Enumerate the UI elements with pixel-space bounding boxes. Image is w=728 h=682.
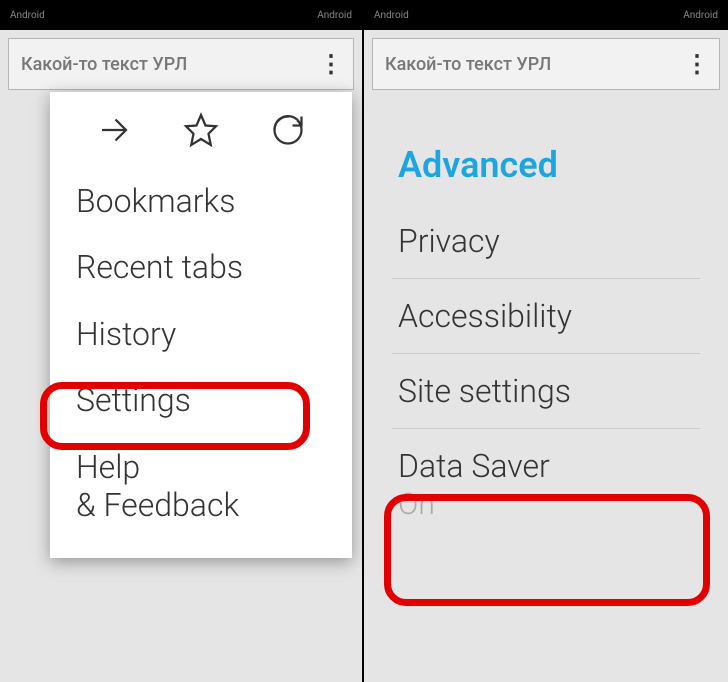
reload-icon[interactable] <box>270 112 306 152</box>
section-header-advanced: Advanced <box>364 130 728 204</box>
setting-privacy[interactable]: Privacy <box>392 204 700 279</box>
more-menu-icon[interactable]: ⋮ <box>319 50 341 78</box>
overflow-menu: Bookmarks Recent tabs History Settings H… <box>50 92 352 558</box>
menu-help-feedback[interactable]: Help & Feedback <box>50 434 352 539</box>
menu-item-label: Recent tabs <box>76 248 243 286</box>
setting-label: Accessibility <box>398 297 694 335</box>
status-bar: Android Android <box>0 0 362 30</box>
forward-icon[interactable] <box>96 112 132 152</box>
menu-item-label: History <box>76 315 176 353</box>
menu-item-label: Help & Feedback <box>76 448 239 524</box>
setting-label: Data Saver <box>398 447 694 485</box>
url-text: Какой-то текст УРЛ <box>385 54 551 75</box>
omnibox[interactable]: Какой-то текст УРЛ ⋮ <box>8 38 354 90</box>
left-screenshot: Android Android Какой-то текст УРЛ ⋮ Boo… <box>0 0 364 682</box>
setting-label: Privacy <box>398 222 694 260</box>
menu-recent-tabs[interactable]: Recent tabs <box>50 234 352 300</box>
setting-data-saver[interactable]: Data Saver On <box>392 429 700 540</box>
bookmark-star-icon[interactable] <box>183 112 219 152</box>
more-menu-icon[interactable]: ⋮ <box>685 50 707 78</box>
settings-list: Advanced Privacy Accessibility Site sett… <box>364 90 728 540</box>
status-left: Android <box>10 10 45 21</box>
menu-bookmarks[interactable]: Bookmarks <box>50 168 352 234</box>
menu-settings[interactable]: Settings <box>50 367 352 433</box>
right-screenshot: Android Android Какой-то текст УРЛ ⋮ Adv… <box>364 0 728 682</box>
status-right: Android <box>317 10 352 21</box>
menu-item-label: Settings <box>76 381 191 419</box>
status-right: Android <box>683 10 718 21</box>
setting-sublabel: On <box>398 487 694 522</box>
menu-icon-row <box>50 92 352 168</box>
url-text: Какой-то текст УРЛ <box>21 54 187 75</box>
menu-history[interactable]: History <box>50 301 352 367</box>
status-left: Android <box>374 10 409 21</box>
status-bar: Android Android <box>364 0 728 30</box>
setting-site-settings[interactable]: Site settings <box>392 354 700 429</box>
setting-label: Site settings <box>398 372 694 410</box>
omnibox[interactable]: Какой-то текст УРЛ ⋮ <box>372 38 720 90</box>
setting-accessibility[interactable]: Accessibility <box>392 279 700 354</box>
menu-item-label: Bookmarks <box>76 182 235 220</box>
